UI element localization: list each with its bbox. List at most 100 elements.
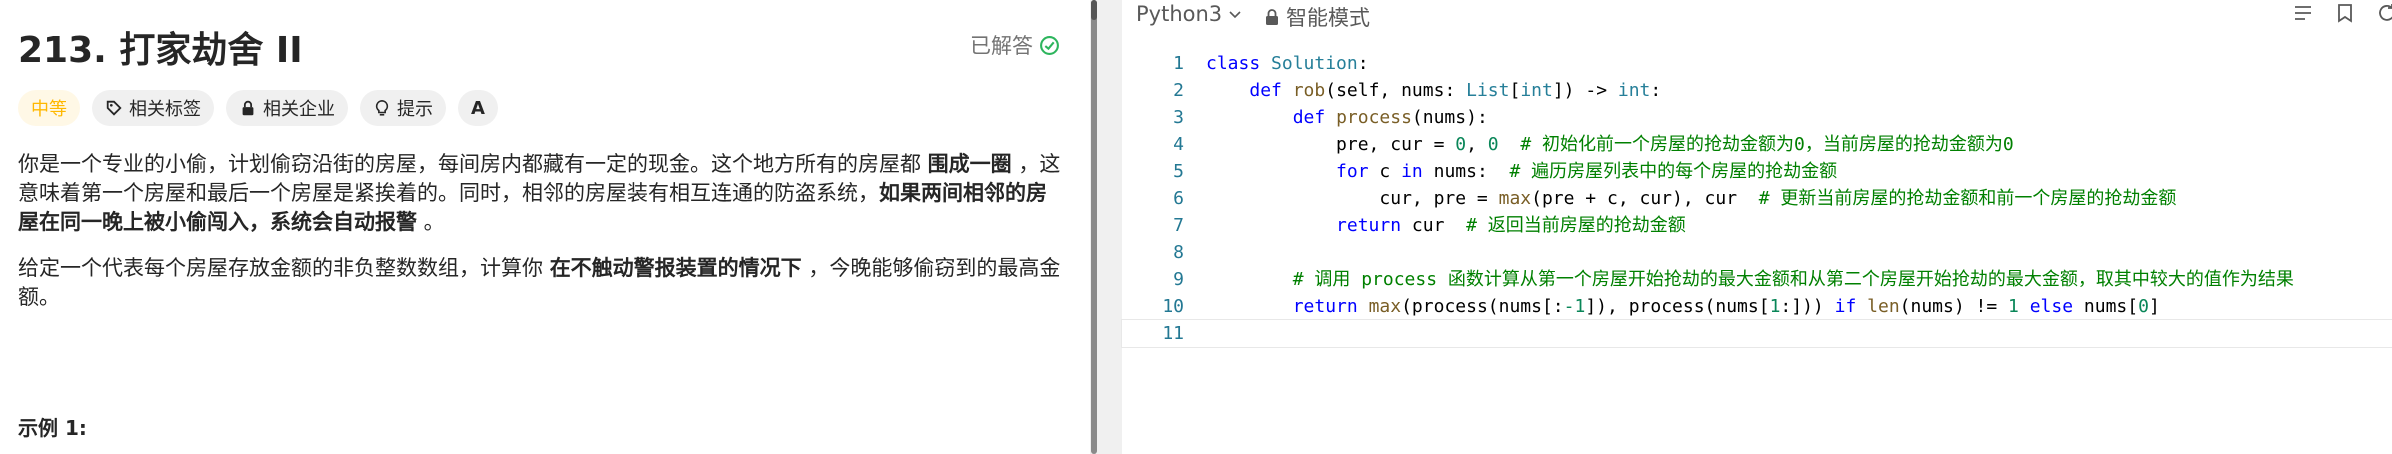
line-number: 7 bbox=[1173, 215, 1184, 236]
code-line[interactable]: 3 def process(nums): bbox=[1122, 104, 2392, 131]
related-companies-button[interactable]: 相关企业 bbox=[226, 90, 348, 126]
code-text: def rob(self, nums: List[int]) -> int: bbox=[1206, 77, 1661, 104]
token: ]) -> bbox=[1552, 80, 1618, 101]
token: cur, pre = bbox=[1379, 188, 1499, 209]
translate-button[interactable]: A bbox=[458, 90, 498, 126]
problem-description: 你是一个专业的小偷，计划偷窃沿街的房屋，每间房内都藏有一定的现金。这个地方所有的… bbox=[18, 150, 1063, 329]
token: 1 bbox=[2008, 296, 2019, 317]
token: , bbox=[1466, 134, 1488, 155]
hint-button[interactable]: 提示 bbox=[360, 90, 446, 126]
code-line[interactable]: 9 # 调用 process 函数计算从第一个房屋开始抢劫的最大金额和从第二个房… bbox=[1122, 266, 2392, 293]
code-text: def process(nums): bbox=[1206, 104, 1488, 131]
code-line[interactable]: 4 pre, cur = 0, 0 # 初始化前一个房屋的抢劫金额为0，当前房屋… bbox=[1122, 131, 2392, 158]
solved-status: 已解答 bbox=[970, 30, 1060, 60]
related-tags-label: 相关标签 bbox=[129, 99, 201, 120]
token: max bbox=[1368, 296, 1402, 317]
token: return bbox=[1336, 215, 1402, 236]
code-text: cur, pre = max(pre + c, cur), cur # 更新当前… bbox=[1206, 185, 2176, 212]
token: return bbox=[1292, 296, 1358, 317]
line-number: 1 bbox=[1173, 53, 1184, 74]
description-paragraph-2: 给定一个代表每个房屋存放金额的非负整数数组，计算你 在不触动警报装置的情况下 ，… bbox=[18, 254, 1063, 312]
token: 0 bbox=[1487, 134, 1499, 155]
list-icon[interactable] bbox=[2292, 2, 2314, 24]
code-comment: # 初始化前一个房屋的抢劫金额为0，当前房屋的抢劫金额为0 bbox=[1498, 134, 2014, 155]
example-heading: 示例 1: bbox=[18, 416, 87, 440]
token: 0 bbox=[2138, 296, 2149, 317]
token: Solution bbox=[1271, 53, 1358, 74]
token: c bbox=[1368, 161, 1402, 182]
difficulty-label: 中等 bbox=[31, 99, 67, 120]
code-line[interactable]: 5 for c in nums: # 遍历房屋列表中的每个房屋的抢劫金额 bbox=[1122, 158, 2392, 185]
token: 1 bbox=[1769, 296, 1781, 317]
token: def bbox=[1292, 107, 1326, 128]
reset-icon[interactable] bbox=[2376, 2, 2392, 24]
token: (nums) != bbox=[1899, 296, 2009, 317]
code-line[interactable]: 2 def rob(self, nums: List[int]) -> int: bbox=[1122, 77, 2392, 104]
code-text: for c in nums: # 遍历房屋列表中的每个房屋的抢劫金额 bbox=[1206, 158, 1837, 185]
code-text: return cur # 返回当前房屋的抢劫金额 bbox=[1206, 212, 1686, 239]
token: (pre + c, cur), cur bbox=[1531, 188, 1738, 209]
line-number: 3 bbox=[1173, 107, 1184, 128]
token: cur bbox=[1401, 215, 1445, 236]
line-number: 9 bbox=[1173, 269, 1184, 290]
translate-icon: A bbox=[471, 97, 485, 119]
solved-label: 已解答 bbox=[970, 34, 1033, 58]
smart-mode-toggle[interactable]: 智能模式 bbox=[1264, 2, 1370, 32]
related-tags-button[interactable]: 相关标签 bbox=[92, 90, 214, 126]
code-line[interactable]: 6 cur, pre = max(pre + c, cur), cur # 更新… bbox=[1122, 185, 2392, 212]
token: ]), process(nums[ bbox=[1585, 296, 1770, 317]
token: nums: bbox=[1422, 161, 1488, 182]
lock-icon bbox=[1266, 9, 1278, 25]
code-comment: # 遍历房屋列表中的每个房屋的抢劫金额 bbox=[1487, 161, 1838, 182]
code-editor: Python3 智能模式 1 class Solution: 2 def rob(… bbox=[1121, 0, 2392, 454]
language-label: Python3 bbox=[1136, 2, 1223, 26]
token: (self, nums: bbox=[1325, 80, 1467, 101]
token: process bbox=[1336, 107, 1412, 128]
token: nums[ bbox=[2073, 296, 2139, 317]
token: in bbox=[1401, 161, 1423, 182]
code-text: class Solution: bbox=[1206, 50, 1369, 77]
token: class bbox=[1206, 53, 1261, 74]
code-line[interactable]: 7 return cur # 返回当前房屋的抢劫金额 bbox=[1122, 212, 2392, 239]
token: len bbox=[1867, 296, 1900, 317]
code-line[interactable]: 8 bbox=[1122, 239, 2392, 266]
editor-actions bbox=[2292, 2, 2392, 24]
code-text: # 调用 process 函数计算从第一个房屋开始抢劫的最大金额和从第二个房屋开… bbox=[1206, 266, 2294, 293]
title-row: 213. 打家劫舍 II bbox=[18, 22, 303, 72]
hint-label: 提示 bbox=[397, 99, 433, 120]
code-line[interactable]: 1 0 return max(process(nums[:-1]), proces… bbox=[1122, 293, 2392, 320]
code-line[interactable]: 1 class Solution: bbox=[1122, 50, 2392, 77]
token: :])) bbox=[1780, 296, 1835, 317]
desc-bold: 在不触动警报装置的情况下 bbox=[549, 256, 802, 280]
lightbulb-icon bbox=[375, 99, 389, 116]
token: (nums): bbox=[1411, 107, 1488, 128]
line-number: 6 bbox=[1173, 188, 1184, 209]
difficulty-badge[interactable]: 中等 bbox=[18, 90, 80, 126]
token: rob bbox=[1292, 80, 1326, 101]
mode-label: 智能模式 bbox=[1286, 6, 1370, 30]
token: 0 bbox=[1455, 134, 1467, 155]
code-area[interactable]: 1 class Solution: 2 def rob(self, nums: L… bbox=[1121, 50, 2392, 348]
token: (process(nums[: bbox=[1401, 296, 1564, 317]
pane-splitter[interactable] bbox=[1090, 0, 1098, 454]
bookmark-icon[interactable] bbox=[2334, 2, 2356, 24]
tag-icon bbox=[106, 100, 122, 116]
code-text: return max(process(nums[:-1]), process(n… bbox=[1206, 293, 2160, 320]
splitter-grip[interactable] bbox=[1091, 0, 1097, 454]
desc-text: 你是一个专业的小偷，计划偷窃沿街的房屋，每间房内都藏有一定的现金。这个地方所有的… bbox=[18, 152, 928, 176]
token: [ bbox=[1509, 80, 1521, 101]
line-number: 8 bbox=[1173, 242, 1184, 263]
editor-toolbar: Python3 智能模式 bbox=[1122, 0, 2392, 32]
line-number: 5 bbox=[1173, 161, 1184, 182]
language-select[interactable]: Python3 bbox=[1136, 2, 1242, 26]
splitter-cap bbox=[1091, 0, 1097, 20]
token: pre, cur = bbox=[1336, 134, 1456, 155]
code-line-current[interactable]: 11 bbox=[1121, 319, 2392, 348]
description-paragraph-1: 你是一个专业的小偷，计划偷窃沿街的房屋，每间房内都藏有一定的现金。这个地方所有的… bbox=[18, 150, 1063, 237]
token: max bbox=[1498, 188, 1532, 209]
token: : bbox=[1357, 53, 1369, 74]
chevron-down-icon bbox=[1229, 11, 1241, 19]
desc-text: 。 bbox=[417, 210, 445, 234]
desc-text: 给定一个代表每个房屋存放金额的非负整数数组，计算你 bbox=[18, 256, 550, 280]
token: int bbox=[1520, 80, 1553, 101]
